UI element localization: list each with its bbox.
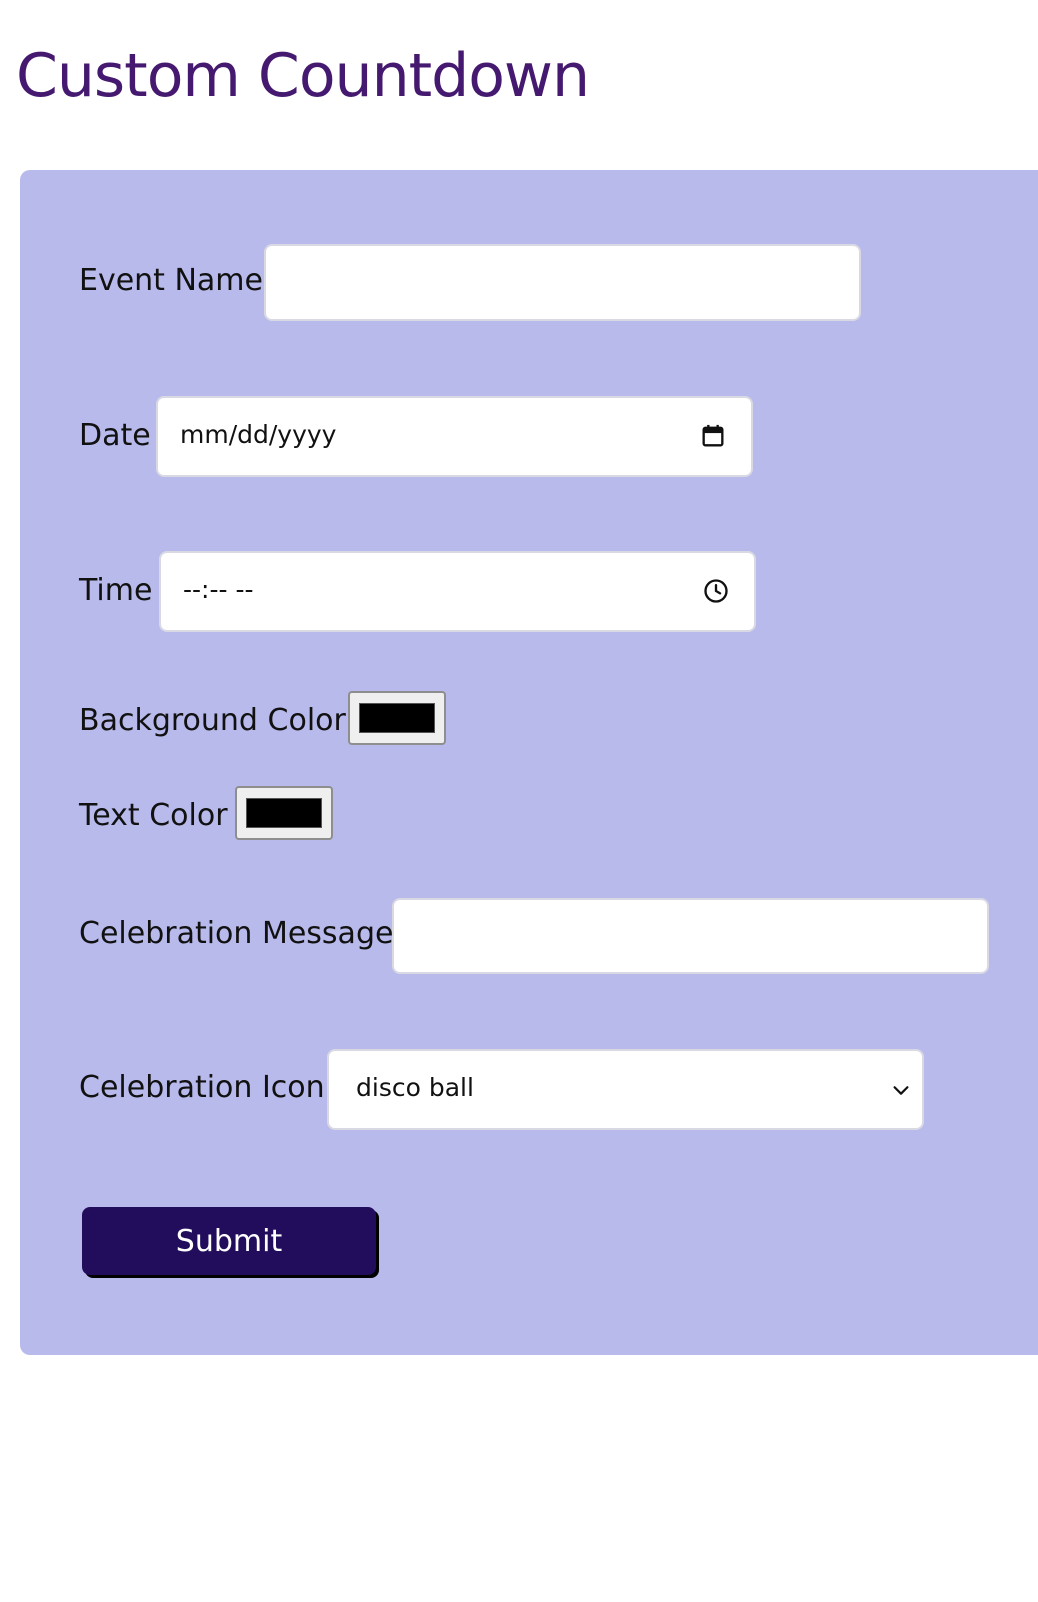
page-title: Custom Countdown xyxy=(16,41,590,111)
celebration-message-input[interactable] xyxy=(392,898,989,974)
background-color-swatch xyxy=(359,703,435,733)
celebration-icon-selected-value: disco ball xyxy=(356,1073,474,1102)
event-name-input[interactable] xyxy=(264,244,861,321)
countdown-form: Event Name Date mm/dd/yyyy Time --:-- --… xyxy=(20,170,1038,1355)
text-color-swatch xyxy=(246,798,322,828)
celebration-message-label: Celebration Message xyxy=(79,916,394,951)
background-color-label: Background Color xyxy=(79,703,346,738)
time-placeholder: --:-- -- xyxy=(183,575,254,604)
text-color-label: Text Color xyxy=(79,798,228,833)
time-input[interactable]: --:-- -- xyxy=(159,551,756,632)
time-label: Time xyxy=(79,573,153,608)
celebration-icon-select[interactable]: disco ball xyxy=(327,1049,924,1130)
text-color-picker[interactable] xyxy=(235,786,333,840)
clock-icon[interactable] xyxy=(702,577,730,605)
date-input[interactable]: mm/dd/yyyy xyxy=(156,396,753,477)
date-placeholder: mm/dd/yyyy xyxy=(180,420,337,449)
calendar-icon[interactable] xyxy=(699,422,727,450)
background-color-picker[interactable] xyxy=(348,691,446,745)
celebration-icon-label: Celebration Icon xyxy=(79,1070,325,1105)
chevron-down-icon xyxy=(893,1086,909,1095)
date-label: Date xyxy=(79,418,151,453)
submit-button[interactable]: Submit xyxy=(82,1207,376,1275)
event-name-label: Event Name xyxy=(79,263,263,298)
